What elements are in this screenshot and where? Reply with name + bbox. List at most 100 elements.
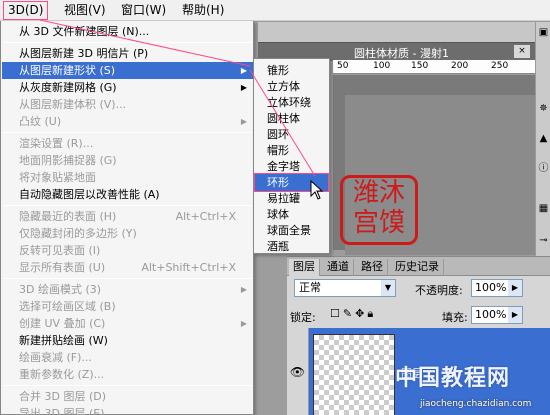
options-bar — [258, 22, 535, 42]
tab-channels[interactable]: 通道 — [323, 259, 354, 276]
menu-item-label: 渲染设置 (R)... — [19, 137, 94, 150]
menu-3d[interactable]: 3D(D) — [2, 1, 49, 20]
submenu-item[interactable]: 立方体 — [255, 78, 328, 95]
opacity-label: 不透明度: — [415, 284, 463, 297]
horizontal-ruler: 50 100 150 200 250 — [333, 60, 535, 74]
lock-options: ☐✎✥🔒︎ — [330, 307, 376, 321]
eye-icon[interactable]: 👁︎ — [287, 328, 309, 415]
submenu-arrow-icon: ▶ — [240, 285, 247, 294]
menu-item-shortcut: Alt+Shift+Ctrl+X — [141, 261, 236, 274]
submenu-item[interactable]: 圆环 — [255, 126, 328, 143]
menu-item[interactable]: 绘画衰减 (F)... — [2, 349, 253, 366]
submenu-item[interactable]: 酒瓶 — [255, 238, 328, 255]
menu-item-label: 凸纹 (U) — [19, 115, 62, 128]
menu-item[interactable]: 显示所有表面 (U) Alt+Shift+Ctrl+X — [2, 259, 253, 276]
menu-item[interactable]: 自动隐藏图层以改善性能 (A) — [2, 186, 253, 203]
chevron-right-icon[interactable]: ▶ — [508, 280, 522, 296]
chevron-right-icon[interactable]: ▶ — [508, 307, 522, 323]
menu-item[interactable]: 合并 3D 图层 (D) — [2, 388, 253, 405]
menu-item-label: 将对象贴紧地面 — [19, 171, 96, 184]
menu-item-label: 3D 绘画模式 (3) — [19, 283, 102, 296]
submenu-item[interactable]: 帽形 — [255, 142, 328, 159]
menu-item[interactable]: 凸纹 (U) ▶ — [2, 113, 253, 130]
menu-item-new-shape[interactable]: 从图层新建形状 (S) ▶ — [2, 62, 253, 79]
menu-item-label: 创建 UV 叠加 (C) — [19, 317, 106, 330]
menu-item[interactable]: 3D 绘画模式 (3) ▶ — [2, 281, 253, 298]
menu-item[interactable]: 从 3D 文件新建图层 (N)... — [2, 23, 253, 40]
menu-item[interactable]: 重新参数化 (Z)... — [2, 366, 253, 383]
panel-dock: ▣ ✵ ▲ ⓘ ▦ ⊸ — [535, 22, 550, 257]
ruler-tick: 200 — [451, 61, 469, 71]
submenu-item[interactable]: 圆柱体 — [255, 110, 328, 127]
menu-help[interactable]: 帮助(H) — [178, 2, 228, 19]
histogram-icon[interactable]: ▲ — [537, 132, 550, 146]
menu-item[interactable]: 从灰度新建网格 (G) ▶ — [2, 79, 253, 96]
layers-panel-tabs: 图层 通道 路径 历史记录 — [287, 257, 550, 276]
panel-icon[interactable]: ▣ — [537, 26, 550, 40]
mouse-cursor-icon — [310, 180, 324, 200]
fill-field[interactable]: 100% ▶ — [471, 306, 523, 324]
tab-history[interactable]: 历史记录 — [391, 259, 444, 276]
chevron-down-icon[interactable]: ▼ — [381, 280, 395, 296]
submenu-item[interactable]: 立体环绕 — [255, 94, 328, 111]
menu-item[interactable]: 反转可见表面 (I) — [2, 242, 253, 259]
menu-item[interactable]: 从图层新建 3D 明信片 (P) — [2, 45, 253, 62]
menu-item-label: 显示所有表面 (U) — [19, 261, 106, 274]
3d-menu: 从 3D 文件新建图层 (N)... 从图层新建 3D 明信片 (P) 从图层新… — [0, 21, 254, 415]
compass-icon[interactable]: ✵ — [537, 102, 550, 116]
menu-item[interactable]: 选择可绘画区域 (B) — [2, 298, 253, 315]
submenu-item[interactable]: 球面全景 — [255, 222, 328, 239]
menu-item[interactable]: 隐藏最近的表面 (H) Alt+Ctrl+X — [2, 208, 253, 225]
seal-line: 潍沐 — [352, 178, 405, 208]
menu-item[interactable]: 新建拼贴绘画 (W) — [2, 332, 253, 349]
ruler-tick: 50 — [337, 61, 349, 71]
submenu-arrow-icon: ▶ — [240, 117, 247, 126]
menu-item-label: 从图层新建 3D 明信片 (P) — [19, 47, 149, 60]
tab-paths[interactable]: 路径 — [357, 259, 388, 276]
lock-label: 锁定: — [290, 311, 316, 324]
menu-item-label: 导出 3D 图层 (E)... — [19, 407, 115, 415]
submenu-arrow-icon: ▶ — [240, 66, 247, 75]
submenu-arrow-icon: ▶ — [240, 319, 247, 328]
menu-item[interactable]: 创建 UV 叠加 (C) ▶ — [2, 315, 253, 332]
document-title: 圆柱体材质 - 漫射1 — [354, 47, 449, 60]
info-icon[interactable]: ⓘ — [537, 162, 550, 176]
blend-mode-select[interactable]: 正常 ▼ — [294, 279, 396, 297]
blend-mode-value: 正常 — [299, 281, 321, 294]
submenu-item[interactable]: 球体 — [255, 206, 328, 223]
menu-window[interactable]: 窗口(W) — [117, 2, 170, 19]
menu-item-label: 重新参数化 (Z)... — [19, 368, 105, 381]
layer-thumbnail — [313, 334, 395, 415]
brush-icon[interactable]: ⊸ — [537, 234, 550, 248]
menu-item[interactable]: 将对象贴紧地面 — [2, 169, 253, 186]
menu-item-label: 从图层新建形状 (S) — [19, 64, 116, 77]
menu-item-label: 从灰度新建网格 (G) — [19, 81, 117, 94]
seal-line: 宫馍 — [352, 208, 405, 238]
menu-item[interactable]: 从图层新建体积 (V)... — [2, 96, 253, 113]
tab-layers[interactable]: 图层 — [289, 259, 320, 276]
menu-item-label: 新建拼贴绘画 (W) — [19, 334, 108, 347]
menu-item-label: 从 3D 文件新建图层 (N)... — [19, 25, 150, 38]
menu-item[interactable]: 仅隐藏封闭的多边形 (Y) — [2, 225, 253, 242]
menu-item-label: 地面阴影捕捉器 (G) — [19, 154, 117, 167]
menu-item-label: 仅隐藏封闭的多边形 (Y) — [19, 227, 137, 240]
ruler-tick: 250 — [491, 61, 509, 71]
opacity-field[interactable]: 100% ▶ — [471, 279, 523, 297]
seal-stamp: 潍沐 宫馍 — [340, 175, 418, 245]
menu-item[interactable]: 地面阴影捕捉器 (G) — [2, 152, 253, 169]
submenu-item[interactable]: 锥形 — [255, 62, 328, 79]
menu-view[interactable]: 视图(V) — [60, 2, 110, 19]
lock-transparent-icon[interactable]: ☐ — [330, 307, 343, 320]
close-icon[interactable]: × — [514, 45, 530, 58]
menu-separator — [3, 205, 252, 206]
watermark-url: jiaocheng.chazidian.com — [420, 399, 532, 409]
lock-move-icon[interactable]: ✥ — [355, 307, 367, 320]
lock-all-icon[interactable]: 🔒︎ — [367, 307, 376, 320]
lock-brush-icon[interactable]: ✎ — [343, 307, 355, 320]
menu-bar: 3D(D) 视图(V) 窗口(W) 帮助(H) — [0, 0, 550, 21]
grid-icon[interactable]: ▦ — [537, 202, 550, 216]
submenu-arrow-icon: ▶ — [240, 83, 247, 92]
menu-item[interactable]: 导出 3D 图层 (E)... — [2, 405, 253, 415]
submenu-item[interactable]: 金字塔 — [255, 158, 328, 175]
menu-item[interactable]: 渲染设置 (R)... — [2, 135, 253, 152]
